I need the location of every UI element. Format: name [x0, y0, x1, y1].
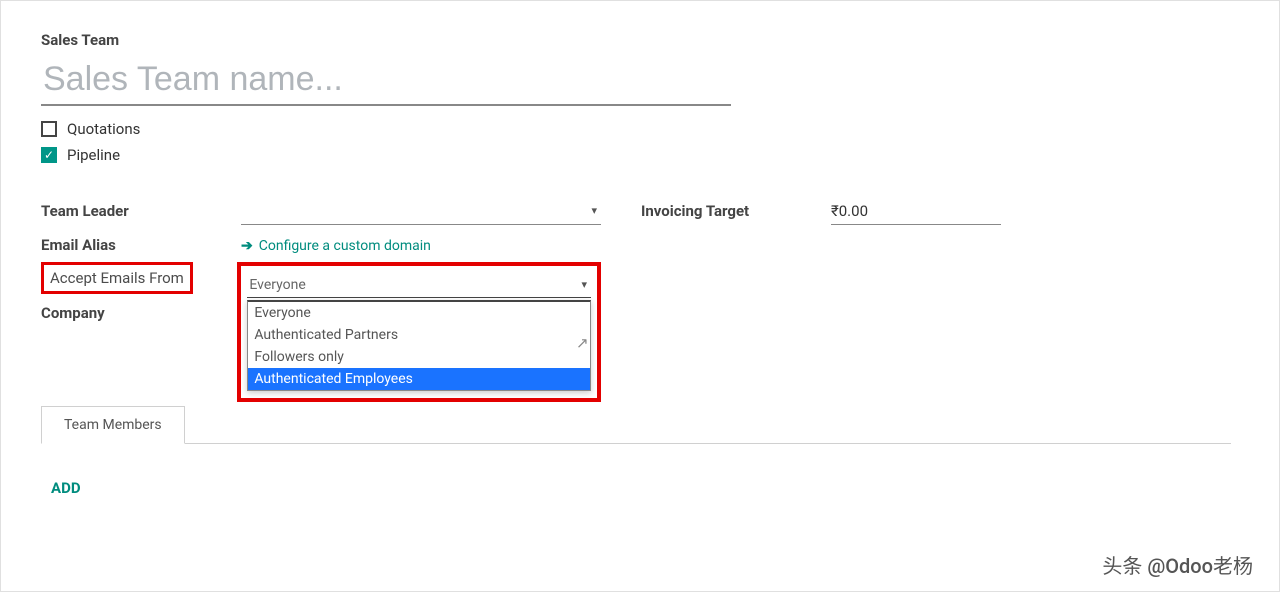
- invoicing-target-input[interactable]: ₹0.00: [831, 197, 1001, 225]
- pipeline-label: Pipeline: [67, 146, 120, 164]
- pipeline-checkbox[interactable]: ✓: [41, 147, 57, 163]
- dropdown-option-authenticated-partners[interactable]: Authenticated Partners: [248, 324, 590, 346]
- form-columns: Team Leader ▾ Email Alias ➔ Configure a …: [41, 194, 1239, 330]
- dropdown-option-followers-only[interactable]: Followers only: [248, 346, 590, 368]
- pipeline-row: ✓ Pipeline: [41, 146, 1239, 164]
- sales-team-name-input[interactable]: [41, 59, 731, 100]
- accept-emails-dropdown-highlight: Everyone ▾ Everyone Authenticated Partne…: [237, 262, 601, 402]
- dropdown-option-authenticated-employees[interactable]: Authenticated Employees: [248, 368, 590, 390]
- accept-emails-selected-value: Everyone: [249, 277, 305, 293]
- accept-emails-select[interactable]: Everyone ▾: [247, 272, 591, 298]
- accept-emails-dropdown-list: Everyone Authenticated Partners Follower…: [247, 300, 591, 391]
- external-link-icon[interactable]: ↗: [576, 334, 589, 352]
- invoicing-target-label: Invoicing Target: [641, 202, 831, 220]
- title-input-wrap: [41, 59, 731, 106]
- tab-bar: Team Members: [41, 405, 1231, 444]
- configure-domain-text: Configure a custom domain: [259, 238, 431, 254]
- team-leader-label: Team Leader: [41, 202, 241, 220]
- team-leader-row: Team Leader ▾: [41, 194, 601, 228]
- arrow-right-icon: ➔: [241, 238, 253, 254]
- company-label: Company: [41, 304, 241, 322]
- email-alias-control: ➔ Configure a custom domain: [241, 236, 601, 254]
- quotations-row: Quotations: [41, 120, 1239, 138]
- invoicing-target-row: Invoicing Target ₹0.00: [641, 194, 1239, 228]
- accept-emails-from-label: Accept Emails From: [41, 262, 193, 294]
- watermark-text: 头条 @Odoo老杨: [1102, 550, 1253, 579]
- email-alias-row: Email Alias ➔ Configure a custom domain: [41, 228, 601, 262]
- title-label: Sales Team: [41, 31, 1239, 49]
- email-alias-label: Email Alias: [41, 236, 241, 254]
- left-column: Team Leader ▾ Email Alias ➔ Configure a …: [41, 194, 601, 330]
- team-leader-select[interactable]: ▾: [241, 197, 601, 225]
- chevron-down-icon: ▾: [591, 204, 597, 217]
- tab-team-members[interactable]: Team Members: [41, 406, 185, 444]
- quotations-checkbox[interactable]: [41, 121, 57, 137]
- configure-domain-link[interactable]: ➔ Configure a custom domain: [241, 238, 431, 254]
- dropdown-option-everyone[interactable]: Everyone: [248, 302, 590, 324]
- quotations-label: Quotations: [67, 120, 140, 138]
- add-button[interactable]: ADD: [51, 479, 81, 497]
- accept-emails-row: Accept Emails From Everyone ▾ Everyone A…: [41, 262, 601, 402]
- sales-team-form: Sales Team Quotations ✓ Pipeline Team Le…: [0, 0, 1280, 592]
- accept-emails-label-wrap: Accept Emails From: [41, 262, 237, 294]
- right-column: Invoicing Target ₹0.00: [641, 194, 1239, 330]
- chevron-down-icon: ▾: [581, 278, 587, 291]
